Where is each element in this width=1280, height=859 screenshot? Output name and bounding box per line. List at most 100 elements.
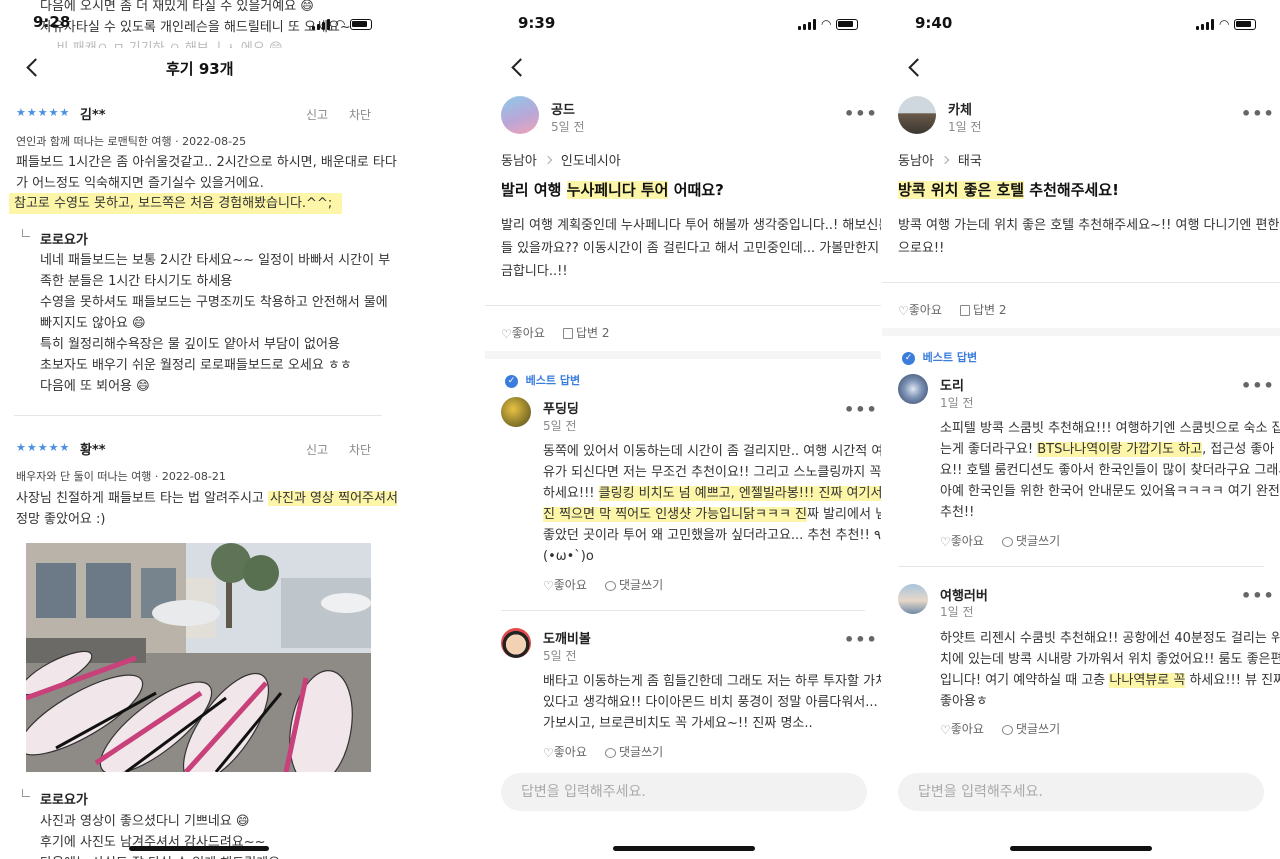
signal-icon	[798, 18, 816, 30]
divider	[501, 610, 865, 611]
reply-arrow-icon	[22, 229, 30, 237]
avatar[interactable]	[501, 397, 531, 427]
breadcrumb-region[interactable]: 동남아	[898, 154, 934, 169]
post-title: 발리 여행 누사페니다 투어 어때요?	[501, 181, 724, 199]
battery-icon	[350, 18, 373, 30]
comment-icon	[1002, 724, 1013, 735]
answer-line: 하세요!!! 클링킹 비치도 넘 예쁘고, 엔젤빌라봉!!! 진짜 여기서 사	[543, 483, 881, 504]
reply-arrow-icon	[22, 789, 30, 797]
more-icon[interactable]: •••	[844, 104, 878, 123]
answer-count[interactable]: 답변 2	[563, 324, 610, 341]
signal-icon	[1196, 18, 1214, 30]
answer-author: 도깨비볼	[543, 632, 591, 647]
section-divider	[882, 328, 1280, 336]
like-button[interactable]: ♡좋아요	[940, 532, 984, 549]
like-button[interactable]: ♡좋아요	[501, 324, 545, 341]
answer-input[interactable]: 답변을 입력해주세요.	[501, 773, 867, 811]
avatar[interactable]	[501, 628, 531, 658]
answer-line: 진 찍으면 막 찍어도 인생샷 가능입니닭ㅋㅋㅋ 진짜 발리에서 넘	[543, 507, 881, 522]
report-button[interactable]: 신고	[306, 106, 328, 123]
avatar[interactable]	[898, 96, 936, 134]
like-button[interactable]: ♡좋아요	[898, 301, 942, 318]
post-author: 공드	[551, 103, 575, 118]
review-author: 김**	[80, 108, 106, 123]
avatar[interactable]	[501, 96, 539, 134]
reply-author: 로로요가	[40, 793, 88, 808]
review-tag: 배우자와 단 둘이 떠나는 여행 · 2022-08-21	[16, 470, 226, 483]
wifi-icon: ◠	[335, 17, 346, 31]
status-time: 9:40	[915, 14, 953, 32]
breadcrumb: 동남아 태국	[898, 150, 982, 169]
divider	[14, 415, 382, 416]
answer-line: 하얏트 리젠시 수쿰빗 추천해요!! 공항에선 40분정도 걸리는 위	[940, 631, 1280, 646]
answer-line: 배타고 이동하는게 좀 힘들긴한데 그래도 저는 하루 투자할 가치	[543, 674, 881, 689]
reply-text: 사진과 영상이 좋으셨다니 기쁘네요 😄	[40, 814, 250, 829]
status-icons: ◠	[798, 17, 859, 31]
overflow-line: ... 비 패캐ㅇ ㅁ 기기하 ㅇ 해보 ㅣㅅ 에오 😄	[40, 38, 283, 48]
status-time: 9:39	[518, 14, 556, 32]
answer-time: 1일 전	[940, 396, 974, 410]
breadcrumb-country[interactable]: 태국	[958, 154, 982, 169]
back-icon[interactable]	[26, 58, 45, 77]
review-author: 황**	[80, 443, 106, 458]
post-body: 들 있을까요?? 이동시간이 좀 걸린다고 해서 고민중인데... 가볼만한지 …	[501, 241, 881, 256]
status-icons: ◠	[1196, 17, 1257, 31]
heart-icon: ♡	[543, 578, 554, 593]
answer-time: 5일 전	[543, 649, 577, 663]
comment-button[interactable]: 댓글쓰기	[605, 743, 663, 760]
chevron-right-icon	[543, 155, 553, 165]
avatar[interactable]	[898, 584, 928, 614]
answer-highlight: 나나역뷰로 꼭	[1109, 673, 1186, 688]
breadcrumb: 동남아 인도네시아	[501, 150, 621, 169]
avatar[interactable]	[898, 374, 928, 404]
check-icon: ✓	[505, 374, 518, 388]
report-button[interactable]: 신고	[306, 441, 328, 458]
block-button[interactable]: 차단	[349, 441, 371, 458]
heart-icon: ♡	[543, 745, 554, 760]
divider	[882, 282, 1280, 283]
answer-line: 좋았던 곳이라 투어 왜 고민했을까 싶더라고요... 추천 추천!! ٩	[543, 528, 881, 543]
answer-count[interactable]: 답변 2	[960, 301, 1007, 318]
back-icon[interactable]	[908, 58, 927, 77]
rating-stars: ★★★★★	[16, 441, 71, 454]
answer-input[interactable]: 답변을 입력해주세요.	[898, 773, 1264, 811]
like-button[interactable]: ♡좋아요	[543, 576, 587, 593]
back-icon[interactable]	[511, 58, 530, 77]
comment-button[interactable]: 댓글쓰기	[605, 576, 663, 593]
heart-icon: ♡	[898, 303, 909, 318]
heart-icon: ♡	[501, 326, 512, 341]
more-icon[interactable]: •••	[844, 630, 878, 649]
like-button[interactable]: ♡좋아요	[543, 743, 587, 760]
overflow-line: 다음에 오시면 좀 더 재밌게 타실 수 있을거예요 😄	[40, 0, 314, 14]
more-icon[interactable]: •••	[1241, 376, 1275, 395]
reply-text: 특히 월정리해수욕장은 물 깊이도 얕아서 부담이 없어용	[40, 337, 340, 352]
review-text: 패들보드 1시간은 좀 아쉬울것같고.. 2시간으로 하시면, 배운대로 타다	[16, 155, 397, 170]
answer-highlight: 클링킹 비치도 넘 예쁘고, 엔젤빌라봉!!! 진짜 여기서 사	[598, 486, 881, 501]
comment-icon	[1002, 536, 1013, 547]
answer-line: 유가 되신다면 저는 무조건 추천이요!! 그리고 스노클링까지 꼭	[543, 465, 881, 480]
more-icon[interactable]: •••	[1241, 104, 1275, 123]
review-text: 사장님 친절하게 패들보트 타는 법 알려주시고 사진과 영상 찍어주셔서	[16, 488, 397, 509]
status-time: 9:28	[33, 13, 71, 31]
breadcrumb-region[interactable]: 동남아	[501, 154, 537, 169]
answer-line: 좋아용ㅎ	[940, 694, 988, 709]
comment-button[interactable]: 댓글쓰기	[1002, 720, 1060, 737]
like-button[interactable]: ♡좋아요	[940, 720, 984, 737]
paddleboard-photo	[26, 543, 371, 772]
heart-icon: ♡	[940, 534, 951, 549]
home-indicator	[613, 846, 755, 851]
answer-author: 여행러버	[940, 589, 988, 604]
breadcrumb-country[interactable]: 인도네시아	[561, 154, 621, 169]
more-icon[interactable]: •••	[1241, 586, 1275, 605]
review-text: 정망 좋았어요 :)	[16, 512, 106, 527]
answer-line: (•ω•`)o	[543, 549, 594, 564]
post-time: 1일 전	[948, 120, 982, 134]
answer-line: 동쪽에 있어서 이동하는데 시간이 좀 걸리지만.. 여행 시간적 여	[543, 444, 881, 459]
post-body: 발리 여행 계획중인데 누사페니다 투어 해볼까 생각중입니다..! 해보신분	[501, 218, 881, 233]
block-button[interactable]: 차단	[349, 106, 371, 123]
review-photo[interactable]	[26, 543, 371, 772]
answer-line: 아예 한국인들 위한 한국어 안내문도 있어욬ㅋㅋㅋㅋ 여기 완전	[940, 484, 1280, 499]
review-screen: 다음에 오시면 좀 더 재밌게 타실 수 있을거예요 😄 자유자타실 수 있도록…	[0, 0, 397, 859]
more-icon[interactable]: •••	[844, 400, 878, 419]
comment-button[interactable]: 댓글쓰기	[1002, 532, 1060, 549]
